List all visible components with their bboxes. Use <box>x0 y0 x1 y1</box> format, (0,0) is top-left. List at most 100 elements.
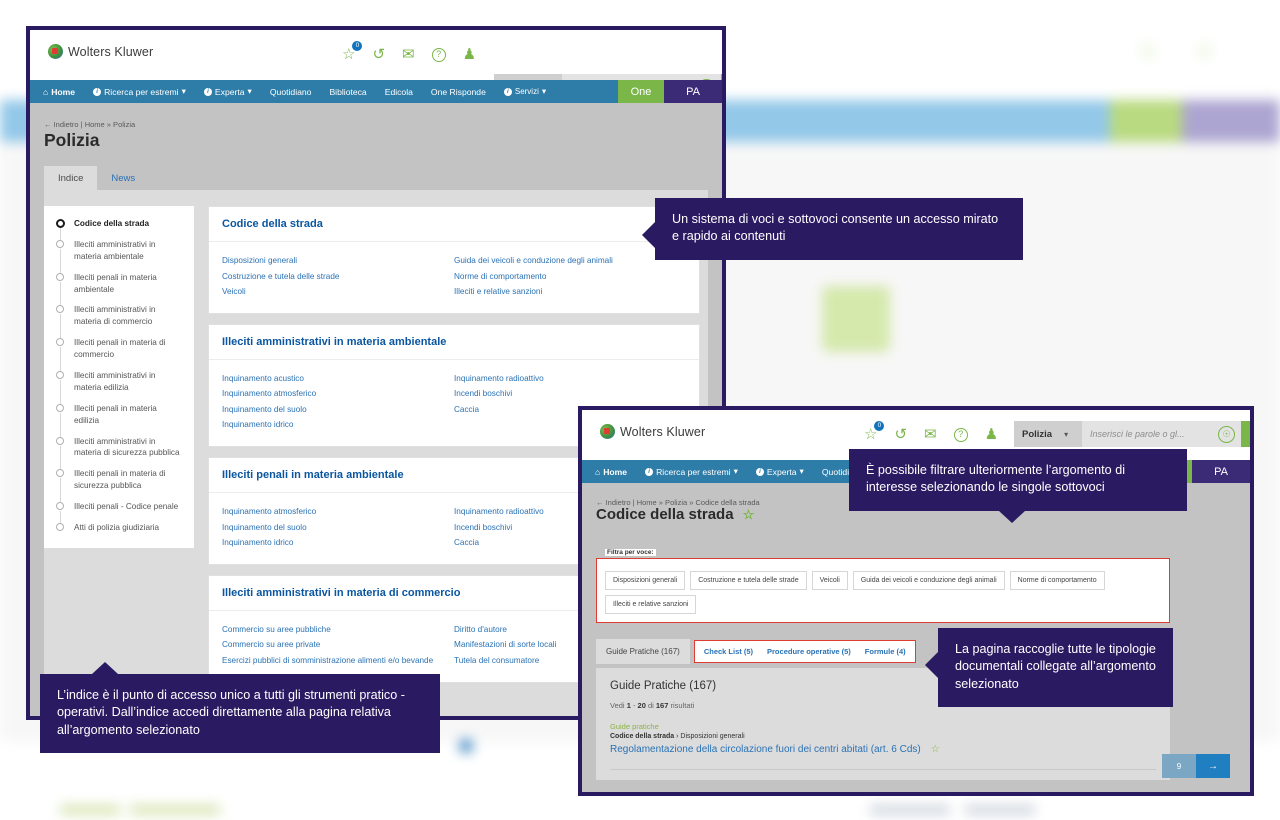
nav-item-experta[interactable]: i Experta ▾ <box>747 466 813 477</box>
result-title-link[interactable]: Regolamentazione della circolazione fuor… <box>610 744 921 755</box>
filter-chip[interactable]: Veicoli <box>811 571 848 590</box>
nav-item-home[interactable]: ⌂ Home <box>30 87 84 97</box>
nav-label-servizi: Servizi <box>514 87 539 96</box>
card-link[interactable]: Esercizi pubblici di somministrazione al… <box>222 653 454 669</box>
radio-icon <box>56 239 64 248</box>
radio-icon <box>56 502 64 511</box>
card-link[interactable]: Commercio su aree private <box>222 637 454 653</box>
doctab-formule[interactable]: Formule (4) <box>865 647 906 656</box>
sidebar-item-illeciti-amm-commercio[interactable]: Illeciti amministrativi in materia di co… <box>56 304 184 344</box>
tab-one[interactable]: One <box>618 80 664 103</box>
doctab-procedure-operative[interactable]: Procedure operative (5) <box>767 647 851 656</box>
search-scope-select[interactable]: Polizia ▾ <box>1014 421 1082 447</box>
favorite-star-icon[interactable]: ☆ <box>931 744 940 755</box>
nav-item-ricerca-per-estremi[interactable]: i Ricerca per estremi ▾ <box>84 86 195 97</box>
search-submit-button[interactable]: ⌕ <box>1241 421 1250 447</box>
card-link[interactable]: Inquinamento del suolo <box>222 402 454 418</box>
nav-item-quotidiano[interactable]: Quotidiano <box>261 87 321 97</box>
filter-chip[interactable]: Costruzione e tutela delle strade <box>690 571 807 590</box>
tab-pa[interactable]: PA <box>1192 460 1250 483</box>
card-column-left: Inquinamento acustico Inquinamento atmos… <box>222 371 454 433</box>
nav-item-edicola[interactable]: Edicola <box>376 87 422 97</box>
mail-icon[interactable]: ✉ <box>924 427 937 442</box>
search-input[interactable]: Inserisci le parole o gl... <box>1082 421 1218 447</box>
nav-item-servizi[interactable]: i Servizi ▾ <box>495 86 555 97</box>
sidebar-item-label: Illeciti penali in materia ambientale <box>74 272 157 294</box>
pagination-next-button[interactable]: → <box>1196 754 1230 778</box>
result-link-row[interactable]: Regolamentazione della circolazione fuor… <box>610 744 1156 755</box>
arrow-right-icon: → <box>1208 760 1218 772</box>
doctab-guide-pratiche[interactable]: Guide Pratiche (167) <box>596 639 690 664</box>
card-link[interactable]: Inquinamento radioattivo <box>454 371 686 387</box>
favorites-star-icon[interactable]: ☆ 0 <box>342 41 363 62</box>
mail-icon[interactable]: ✉ <box>402 47 415 62</box>
favorite-star-icon[interactable]: ☆ <box>743 507 755 523</box>
count-mid: di <box>645 701 656 710</box>
card-link[interactable]: Illeciti e relative sanzioni <box>454 284 686 300</box>
sidebar-item-illeciti-pen-edilizia[interactable]: Illeciti penali in materia edilizia <box>56 403 184 442</box>
filter-chip[interactable]: Norme di comportamento <box>1009 571 1105 590</box>
sidebar-item-illeciti-pen-codice-penale[interactable]: Illeciti penali - Codice penale <box>56 501 184 529</box>
sidebar-item-illeciti-amm-edilizia[interactable]: Illeciti amministrativi in materia edili… <box>56 370 184 409</box>
sidebar-item-illeciti-pen-commercio[interactable]: Illeciti penali in materia di commercio <box>56 337 184 377</box>
history-icon[interactable]: ↺ <box>894 427 907 442</box>
sidebar-item-atti-polizia-giudiziaria[interactable]: Atti di polizia giudiziaria <box>56 522 184 534</box>
filter-chip[interactable]: Disposizioni generali <box>605 571 686 590</box>
help-icon[interactable]: ? <box>431 47 446 62</box>
help-icon[interactable]: ? <box>953 427 968 442</box>
screenshot-stage: ☆ ☆ Wolters Kluwer ☆ 0 ↺ ✉ ? ♟ ⌂ Home i … <box>0 0 1280 820</box>
card-link[interactable]: Inquinamento del suolo <box>222 520 454 536</box>
favorites-star-icon[interactable]: ☆ 0 <box>864 421 885 442</box>
history-icon[interactable]: ↺ <box>372 47 385 62</box>
sidebar-item-illeciti-amm-sicurezza[interactable]: Illeciti amministrativi in materia di si… <box>56 436 184 475</box>
card-link[interactable]: Inquinamento atmosferico <box>222 386 454 402</box>
user-icon[interactable]: ♟ <box>985 427 998 442</box>
card-link[interactable]: Commercio su aree pubbliche <box>222 622 454 638</box>
card-link[interactable]: Guida dei veicoli e conduzione degli ani… <box>454 253 686 269</box>
header-icon-group-1: ☆ 0 ↺ ✉ ? ♟ <box>342 41 476 62</box>
filter-chip[interactable]: Guida dei veicoli e conduzione degli ani… <box>852 571 1005 590</box>
sidebar-item-codice-della-strada[interactable]: Codice della strada <box>56 218 184 245</box>
nav-item-ricerca-per-estremi[interactable]: i Ricerca per estremi ▾ <box>636 466 747 477</box>
wolters-kluwer-logo[interactable]: Wolters Kluwer <box>48 44 153 59</box>
nav-item-experta[interactable]: i Experta ▾ <box>195 86 261 97</box>
card-link[interactable]: Disposizioni generali <box>222 253 454 269</box>
wolters-kluwer-logo[interactable]: Wolters Kluwer <box>600 424 705 439</box>
card-link[interactable]: Inquinamento idrico <box>222 535 454 551</box>
sidebar-item-illeciti-pen-ambientale[interactable]: Illeciti penali in materia ambientale <box>56 272 184 311</box>
background-tab-one <box>1110 100 1182 142</box>
home-icon: ⌂ <box>43 86 49 97</box>
nav-label-experta: Experta <box>766 466 797 477</box>
card-link[interactable]: Inquinamento acustico <box>222 371 454 387</box>
breadcrumb-1[interactable]: ← Indietro | Home » Polizia <box>44 120 135 129</box>
callout-text: Un sistema di voci e sottovoci consente … <box>672 212 999 244</box>
sidebar-item-illeciti-pen-sicurezza[interactable]: Illeciti penali in materia di sicurezza … <box>56 468 184 508</box>
card-link[interactable]: Veicoli <box>222 284 454 300</box>
microphone-icon[interactable]: ☉ <box>1218 425 1235 443</box>
nav-item-biblioteca[interactable]: Biblioteca <box>320 87 375 97</box>
search-scope-value: Polizia <box>1022 428 1053 440</box>
card-title[interactable]: Codice della strada <box>209 207 699 242</box>
card-link[interactable]: Inquinamento atmosferico <box>222 504 454 520</box>
tab-indice[interactable]: Indice <box>44 166 98 191</box>
user-icon[interactable]: ♟ <box>463 47 476 62</box>
sidebar-item-label: Illeciti penali - Codice penale <box>74 502 179 512</box>
card-link[interactable]: Costruzione e tutela delle strade <box>222 269 454 285</box>
page-title-1: Polizia <box>44 130 100 150</box>
card-title[interactable]: Illeciti amministrativi in materia ambie… <box>209 325 699 360</box>
doctab-check-list[interactable]: Check List (5) <box>704 647 753 656</box>
card-link[interactable]: Norme di comportamento <box>454 269 686 285</box>
pagination-page-number[interactable]: 9 <box>1162 754 1196 778</box>
sidebar-item-illeciti-amm-ambientale[interactable]: Illeciti amministrativi in materia ambie… <box>56 239 184 278</box>
nav-item-home[interactable]: ⌂ Home <box>582 467 636 477</box>
tab-news[interactable]: News <box>97 166 149 191</box>
tab-pa[interactable]: PA <box>664 80 722 103</box>
radio-icon <box>56 469 64 478</box>
filter-chip[interactable]: Illeciti e relative sanzioni <box>605 595 697 614</box>
card-link[interactable]: Incendi boschivi <box>454 386 686 402</box>
card-link[interactable]: Inquinamento idrico <box>222 417 454 433</box>
nav-label-experta: Experta <box>214 86 245 97</box>
info-icon: i <box>755 467 764 476</box>
card-column-left: Commercio su aree pubbliche Commercio su… <box>222 622 454 669</box>
nav-item-one-risponde[interactable]: One Risponde <box>422 87 495 97</box>
